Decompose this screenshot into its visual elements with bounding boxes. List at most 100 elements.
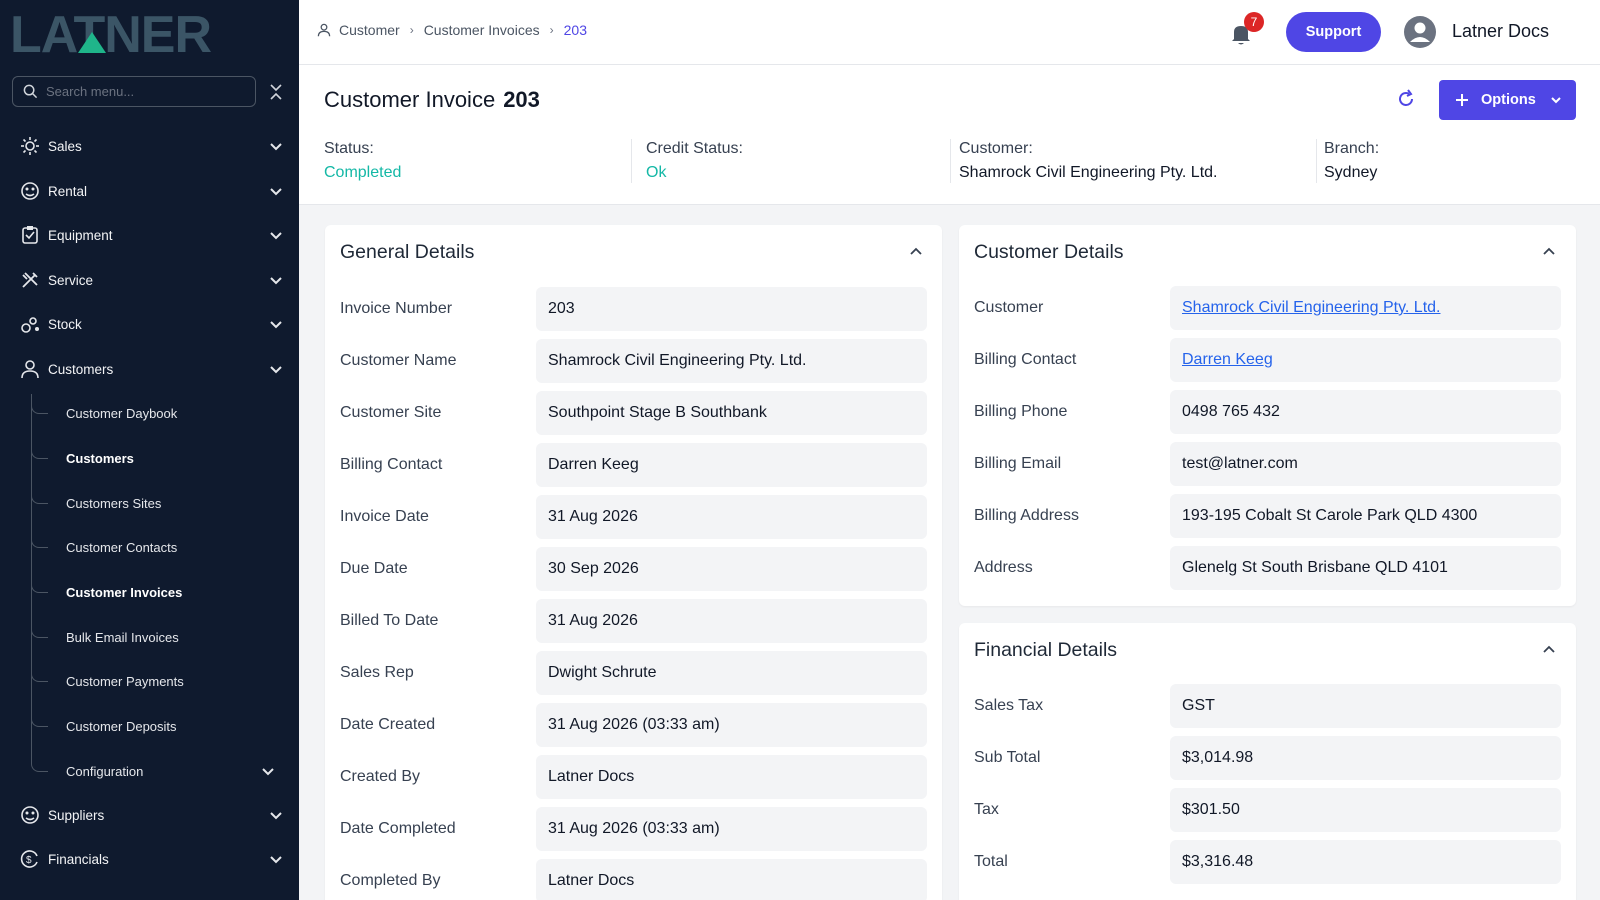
sidebar-item-label: Service [48, 272, 94, 288]
field-label: Date Completed [340, 820, 456, 837]
sidebar-item-customers[interactable]: Customers [0, 349, 299, 389]
sidebar-item-stock[interactable]: Stock [0, 304, 299, 344]
breadcrumb-customer[interactable]: Customer [339, 22, 400, 38]
sidebar-subitem-label: Customer Deposits [66, 718, 177, 734]
sidebar-subitem-customer-invoices[interactable]: Customer Invoices [31, 572, 299, 612]
invoice-number: 203 [503, 87, 540, 112]
field-created-by: Created By Latner Docs [340, 755, 927, 799]
stat-label: Credit Status: [646, 140, 743, 157]
chevron-right-icon: › [549, 23, 554, 37]
field-value: 193-195 Cobalt St Carole Park QLD 4300 [1170, 494, 1561, 538]
avatar-icon[interactable] [1404, 16, 1436, 48]
notification-badge: 7 [1244, 12, 1264, 32]
field-tax: Tax $301.50 [974, 788, 1561, 832]
billing-contact-link[interactable]: Darren Keeg [1170, 338, 1561, 382]
user-icon [317, 23, 331, 37]
chevron-up-icon[interactable] [909, 245, 923, 259]
svg-text:$: $ [26, 855, 32, 866]
sidebar-item-rental[interactable]: Rental [0, 171, 299, 211]
field-customer-name: Customer Name Shamrock Civil Engineering … [340, 339, 927, 383]
breadcrumb-current: 203 [563, 22, 587, 38]
credit-status-stat: Credit Status: Ok [646, 140, 743, 182]
field-value: $3,316.48 [1170, 840, 1561, 884]
field-billed-to-date: Billed To Date 31 Aug 2026 [340, 599, 927, 643]
options-button[interactable]: Options [1439, 80, 1576, 120]
field-value: Darren Keeg [536, 443, 927, 487]
sidebar-subitem-bulk-email-invoices[interactable]: Bulk Email Invoices [31, 617, 299, 657]
field-completed-by: Completed By Latner Docs [340, 859, 927, 900]
refresh-icon[interactable] [1396, 89, 1416, 109]
chevron-down-icon [270, 321, 282, 329]
field-label: Customer Name [340, 352, 457, 369]
sidebar-subitem-label: Customer Contacts [66, 539, 178, 555]
card-title: Customer Details [974, 241, 1124, 263]
field-label: Billing Email [974, 455, 1062, 472]
field-value: Dwight Schrute [536, 651, 927, 695]
field-billing-phone: Billing Phone 0498 765 432 [974, 390, 1561, 434]
sidebar-item-label: Equipment [48, 227, 113, 243]
sidebar-item-label: Sales [48, 138, 82, 154]
field-value: 31 Aug 2026 [536, 495, 927, 539]
search-input[interactable] [46, 84, 236, 99]
field-value: test@latner.com [1170, 442, 1561, 486]
latner-logo[interactable]: LATNER [10, 8, 280, 58]
invoice-header: Customer Invoice 203 Options Status: Comp… [299, 65, 1600, 205]
stock-icon [20, 314, 40, 334]
stat-label: Status: [324, 140, 374, 157]
breadcrumb: Customer › Customer Invoices › 203 [317, 22, 587, 38]
sidebar: LATNER Sales Rental Equipment Service St… [0, 0, 299, 900]
field-label: Created By [340, 768, 421, 785]
chevron-up-icon[interactable] [1542, 245, 1556, 259]
sidebar-item-label: Suppliers [48, 807, 105, 823]
sidebar-subitem-customer-daybook[interactable]: Customer Daybook [31, 393, 299, 433]
field-label: Customer Site [340, 404, 442, 421]
chevron-up-icon[interactable] [1542, 643, 1556, 657]
field-value: 0498 765 432 [1170, 390, 1561, 434]
sidebar-subitem-configuration[interactable]: Configuration [31, 751, 299, 791]
sidebar-item-sales[interactable]: Sales [0, 126, 299, 166]
chevron-down-icon [270, 232, 282, 240]
chevron-down-icon [1551, 97, 1561, 104]
sidebar-subitem-label: Configuration [66, 763, 144, 779]
service-icon [20, 270, 40, 290]
sidebar-item-financials[interactable]: $ Financials [0, 839, 299, 879]
sidebar-item-suppliers[interactable]: Suppliers [0, 795, 299, 835]
field-invoice-date: Invoice Date 31 Aug 2026 [340, 495, 927, 539]
chevron-down-icon [270, 366, 282, 374]
customer-value: Shamrock Civil Engineering Pty. Ltd. [959, 164, 1218, 181]
status-value: Completed [324, 164, 402, 181]
field-total: Total $3,316.48 [974, 840, 1561, 884]
customer-link[interactable]: Shamrock Civil Engineering Pty. Ltd. [1170, 286, 1561, 330]
field-value: 31 Aug 2026 [536, 599, 927, 643]
field-label: Billing Phone [974, 403, 1068, 420]
field-sub-total: Sub Total $3,014.98 [974, 736, 1561, 780]
sidebar-subitem-label: Customers Sites [66, 495, 162, 511]
sidebar-subitem-customers-sites[interactable]: Customers Sites [31, 483, 299, 523]
field-value: 30 Sep 2026 [536, 547, 927, 591]
sidebar-item-label: Stock [48, 316, 82, 332]
sidebar-subitem-customer-deposits[interactable]: Customer Deposits [31, 706, 299, 746]
support-button[interactable]: Support [1286, 12, 1381, 52]
breadcrumb-customer-invoices[interactable]: Customer Invoices [424, 22, 540, 38]
user-name[interactable]: Latner Docs [1452, 21, 1549, 42]
field-date-completed: Date Completed 31 Aug 2026 (03:33 am) [340, 807, 927, 851]
search-menu[interactable] [12, 76, 256, 107]
field-customer: Customer Shamrock Civil Engineering Pty. … [974, 286, 1561, 330]
sidebar-subitem-customer-contacts[interactable]: Customer Contacts [31, 527, 299, 567]
equipment-icon [20, 225, 40, 245]
sidebar-item-equipment[interactable]: Equipment [0, 215, 299, 255]
collapse-menu-icon[interactable] [268, 82, 284, 102]
field-value: Latner Docs [536, 859, 927, 900]
sidebar-subitem-label: Customers [66, 450, 134, 466]
suppliers-icon [20, 805, 40, 825]
sidebar-subitem-customer-payments[interactable]: Customer Payments [31, 661, 299, 701]
field-date-created: Date Created 31 Aug 2026 (03:33 am) [340, 703, 927, 747]
sidebar-item-service[interactable]: Service [0, 260, 299, 300]
plus-icon [1456, 94, 1468, 106]
user-icon [20, 359, 40, 379]
customer-stat: Customer: Shamrock Civil Engineering Pty… [959, 140, 1217, 182]
stat-label: Branch: [1324, 140, 1380, 157]
field-value: Glenelg St South Brisbane QLD 4101 [1170, 546, 1561, 590]
sidebar-subitem-customers[interactable]: Customers [31, 438, 299, 478]
field-label: Tax [974, 801, 999, 818]
